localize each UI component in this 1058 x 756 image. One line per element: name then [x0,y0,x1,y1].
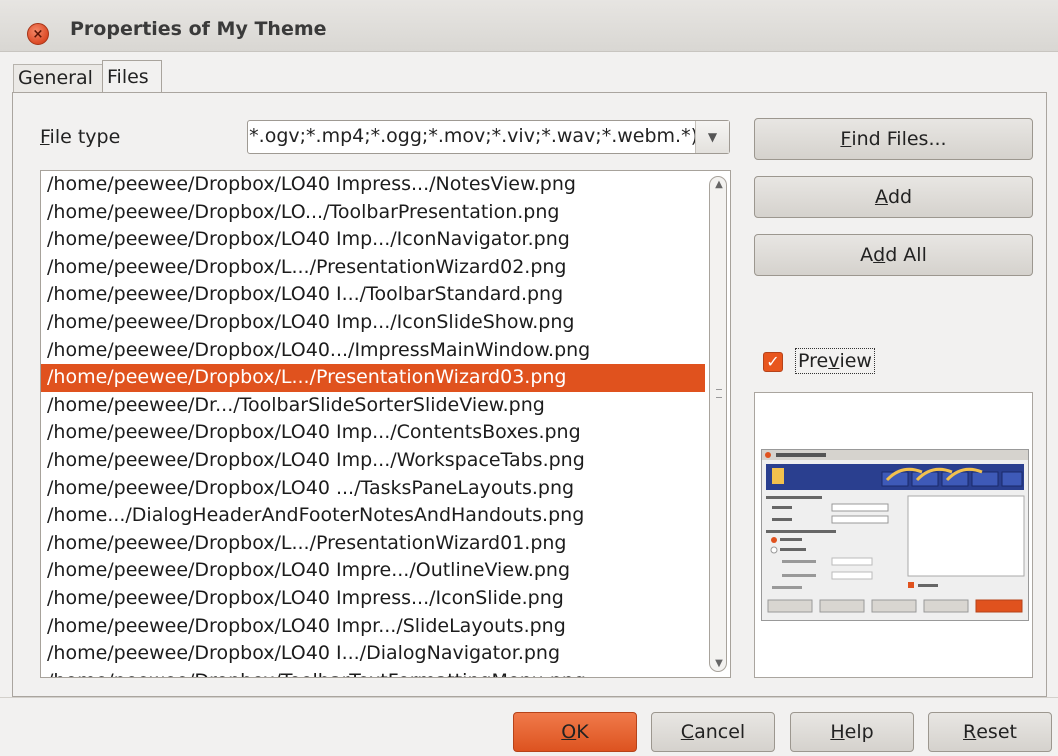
tab-files[interactable]: Files [102,60,162,94]
file-type-combobox[interactable]: (*.avi;*.flac;*.mp3;*.mpg;*.oga;*.ogv;*.… [247,120,730,154]
help-button[interactable]: Help [790,712,914,752]
chevron-down-icon[interactable]: ▼ [710,658,728,669]
chevron-up-icon[interactable]: ▲ [710,179,728,190]
close-icon[interactable]: × [27,23,49,45]
add-button[interactable]: Add [754,176,1033,218]
title-bar: × Properties of My Theme [0,0,1058,52]
cancel-button[interactable]: Cancel [651,712,775,752]
window-title: Properties of My Theme [70,18,327,40]
list-item[interactable]: /home/peewee/Dropbox/LO40 I.../DialogNav… [41,640,705,668]
list-item[interactable]: /home/peewee/Dropbox/LO.../ToolbarPresen… [41,199,705,227]
scrollbar[interactable]: ▲ ▼ [707,172,729,676]
add-all-button[interactable]: Add All [754,234,1033,276]
list-item[interactable]: /home/peewee/Dropbox/LO40 Impress.../Not… [41,171,705,199]
preview-checkbox[interactable]: ✓ [763,352,783,372]
file-list[interactable]: /home/peewee/Dropbox/LO40 Impress.../Not… [40,170,731,678]
preview-thumbnail [761,449,1029,621]
file-type-value: (*.avi;*.flac;*.mp3;*.mpg;*.oga;*.ogv;*.… [248,125,698,147]
ok-button[interactable]: OK [513,712,637,752]
tab-general[interactable]: General [13,64,103,94]
file-type-label: File type [40,126,121,148]
scroll-thumb[interactable]: ▲ ▼ [709,176,727,672]
list-item[interactable]: /home/peewee/Dropbox/ToolbarTextFormatti… [41,668,705,677]
list-item[interactable]: /home/peewee/Dropbox/LO40 Imp.../Workspa… [41,447,705,475]
list-item[interactable]: /home/peewee/Dropbox/LO40 .../TasksPaneL… [41,475,705,503]
find-files-button[interactable]: Find Files... [754,118,1033,160]
list-item[interactable]: /home/peewee/Dropbox/L.../PresentationWi… [41,530,705,558]
preview-area [754,392,1033,678]
thumbnail-image-icon [762,450,1028,613]
list-item[interactable]: /home/peewee/Dropbox/LO40 Impre.../Outli… [41,557,705,585]
preview-label[interactable]: Preview [795,348,875,374]
list-item[interactable]: /home/peewee/Dropbox/LO40 I.../ToolbarSt… [41,281,705,309]
reset-button[interactable]: Reset [928,712,1052,752]
list-item[interactable]: /home/peewee/Dr.../ToolbarSlideSorterSli… [41,392,705,420]
footer-separator [0,697,1058,698]
list-item[interactable]: /home/peewee/Dropbox/LO40 Impr.../SlideL… [41,613,705,641]
list-item[interactable]: /home.../DialogHeaderAndFooterNotesAndHa… [41,502,705,530]
list-item[interactable]: /home/peewee/Dropbox/LO40 Imp.../IconSli… [41,309,705,337]
list-item[interactable]: /home/peewee/Dropbox/L.../PresentationWi… [41,254,705,282]
list-item[interactable]: /home/peewee/Dropbox/LO40 Imp.../IconNav… [41,226,705,254]
list-item[interactable]: /home/peewee/Dropbox/LO40 Imp.../Content… [41,419,705,447]
list-item[interactable]: /home/peewee/Dropbox/L.../PresentationWi… [41,364,705,392]
grip-icon [716,389,722,398]
tab-bar: General Files [0,52,1058,94]
list-item[interactable]: /home/peewee/Dropbox/LO40.../ImpressMain… [41,337,705,365]
chevron-down-icon[interactable]: ▼ [695,121,729,153]
list-item[interactable]: /home/peewee/Dropbox/LO40 Impress.../Ico… [41,585,705,613]
